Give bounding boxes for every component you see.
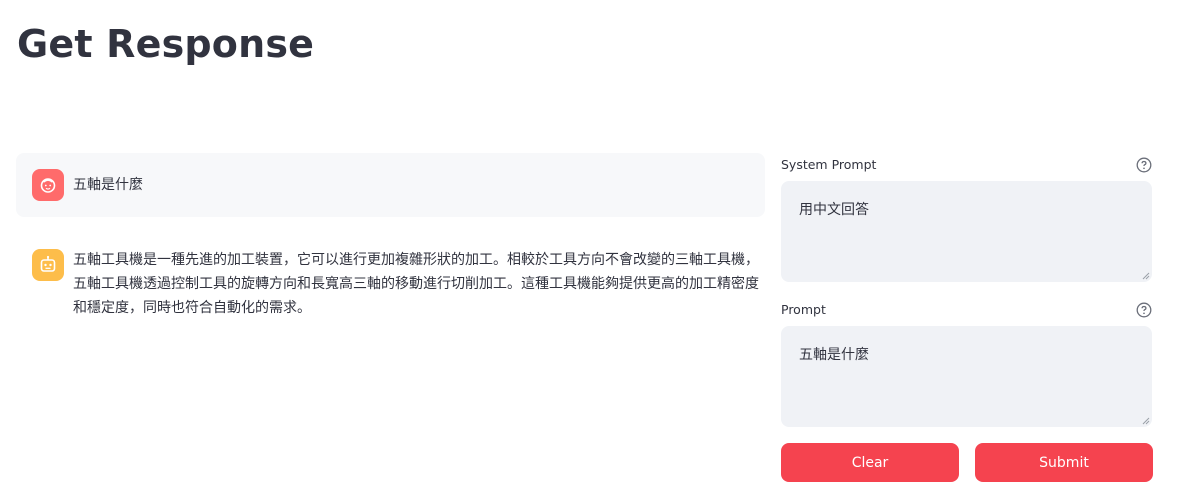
chat-message-assistant: 五軸工具機是一種先進的加工裝置，它可以進行更加複雜形狀的加工。相較於工具方向不會… bbox=[16, 236, 765, 336]
robot-icon bbox=[40, 255, 56, 272]
help-icon[interactable] bbox=[1136, 157, 1152, 173]
help-icon[interactable] bbox=[1136, 302, 1152, 318]
user-avatar bbox=[32, 169, 64, 201]
submit-button[interactable]: Submit bbox=[975, 443, 1153, 482]
user-face-icon bbox=[40, 178, 56, 193]
system-prompt-input[interactable]: 用中文回答 bbox=[781, 181, 1152, 282]
prompt-input[interactable]: 五軸是什麼 bbox=[781, 326, 1152, 427]
assistant-message-text: 五軸工具機是一種先進的加工裝置，它可以進行更加複雜形狀的加工。相較於工具方向不會… bbox=[73, 252, 759, 316]
prompt-label: Prompt bbox=[781, 302, 826, 317]
resize-handle-icon[interactable] bbox=[1142, 272, 1150, 280]
chat-message-user: 五軸是什麼 bbox=[16, 153, 765, 217]
user-message-text: 五軸是什麼 bbox=[73, 177, 143, 193]
resize-handle-icon[interactable] bbox=[1142, 417, 1150, 425]
assistant-avatar bbox=[32, 249, 64, 281]
clear-button[interactable]: Clear bbox=[781, 443, 959, 482]
system-prompt-label: System Prompt bbox=[781, 157, 877, 172]
page-title: Get Response bbox=[17, 22, 315, 66]
